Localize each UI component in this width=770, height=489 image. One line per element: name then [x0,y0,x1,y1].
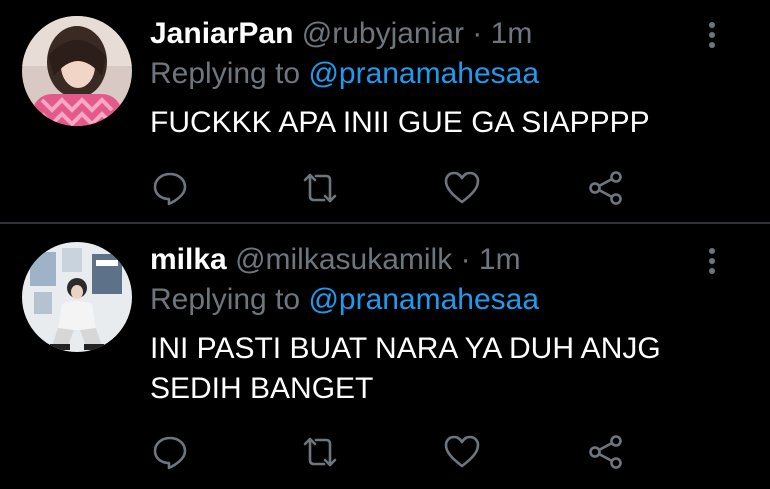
heart-icon[interactable] [442,168,482,208]
more-vertical-icon[interactable] [700,246,724,276]
replying-to: Replying to @pranamahesaa [150,280,539,320]
timestamp[interactable]: 1m [491,17,533,50]
retweet-icon[interactable] [300,432,340,472]
tweet-actions [150,432,650,472]
separator-dot: · [472,17,483,50]
display-name[interactable]: JaniarPan [150,17,293,50]
share-icon[interactable] [586,432,626,472]
user-handle[interactable]: @milkasukamilk [235,243,452,276]
avatar[interactable] [22,242,132,352]
replying-to: Replying to @pranamahesaa [150,54,539,94]
tweet-text: FUCKKK APA INII GUE GA SIAPPPP [150,106,650,139]
reply-icon[interactable] [150,168,190,208]
heart-icon[interactable] [442,432,482,472]
separator-dot: · [460,243,471,276]
tweet-actions [150,168,650,208]
more-vertical-icon[interactable] [700,20,724,50]
share-icon[interactable] [586,168,626,208]
tweet-text: INI PASTI BUAT NARA YA DUH ANJG SEDIH BA… [150,332,661,405]
replying-prefix: Replying to [150,283,301,316]
mention-link[interactable]: @pranamahesaa [308,283,539,316]
user-handle[interactable]: @rubyjaniar [302,17,464,50]
tweet-divider [0,222,770,224]
retweet-icon[interactable] [300,168,340,208]
tweet[interactable]: milka @milkasukamilk · 1m Replying to @p… [0,226,770,489]
replying-prefix: Replying to [150,57,301,90]
display-name[interactable]: milka [150,243,227,276]
mention-link[interactable]: @pranamahesaa [308,57,539,90]
avatar[interactable] [22,16,132,126]
reply-icon[interactable] [150,432,190,472]
timestamp[interactable]: 1m [479,243,521,276]
tweet[interactable]: JaniarPan @rubyjaniar · 1m Replying to @… [0,0,770,222]
